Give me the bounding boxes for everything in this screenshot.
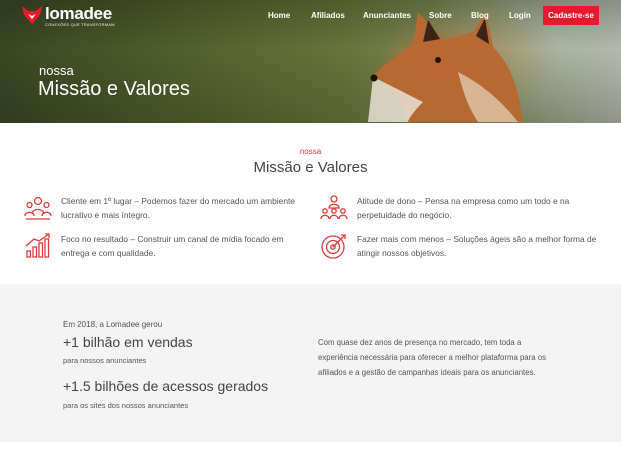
ownership-icon: [320, 195, 348, 220]
stats-intro: Em 2018, a Lomadee gerou: [63, 320, 163, 329]
nav-afiliados[interactable]: Afiliados: [311, 11, 345, 20]
section-subtitle: nossa: [299, 147, 322, 156]
hero-subtitle: nossa: [39, 63, 74, 78]
nav-sobre[interactable]: Sobre: [429, 11, 452, 20]
nav-anunciantes[interactable]: Anunciantes: [363, 11, 411, 20]
stat-access: +1.5 bilhões de acessos gerados: [63, 378, 269, 394]
stat-sales-note: para nossos anunciantes: [63, 356, 147, 365]
value-text: Cliente em 1º lugar – Podemos fazer do m…: [61, 196, 295, 220]
top-nav: lomadee CONEXÕES QUE TRANSFORMAM Home Af…: [0, 0, 621, 32]
nav-login[interactable]: Login: [509, 11, 531, 20]
stat-access-note: para os sites dos nossos anunciantes: [63, 401, 189, 410]
brand-name: lomadee: [45, 4, 112, 23]
value-text: Fazer mais com menos – Soluções ágeis sã…: [357, 234, 597, 258]
target-icon: [321, 234, 346, 259]
section-title: Missão e Valores: [253, 159, 368, 176]
value-text: Atitude de dono – Pensa na empresa como …: [357, 196, 570, 220]
growth-chart-icon: [25, 233, 50, 258]
stats-paragraph: Com quase dez anos de presença no mercad…: [318, 338, 546, 377]
signup-button[interactable]: Cadastre-se: [543, 6, 599, 25]
nav-home[interactable]: Home: [268, 11, 290, 20]
fox-logo-icon: [22, 6, 42, 24]
brand-tagline: CONEXÕES QUE TRANSFORMAM: [45, 22, 115, 27]
logo[interactable]: lomadee CONEXÕES QUE TRANSFORMAM: [21, 5, 115, 27]
stat-sales: +1 bilhão em vendas: [63, 334, 193, 350]
team-leader-icon: [24, 196, 52, 220]
value-text: Foco no resultado – Construir um canal d…: [61, 234, 284, 258]
nav-blog[interactable]: Blog: [471, 11, 489, 20]
hero-title: Missão e Valores: [38, 78, 190, 100]
